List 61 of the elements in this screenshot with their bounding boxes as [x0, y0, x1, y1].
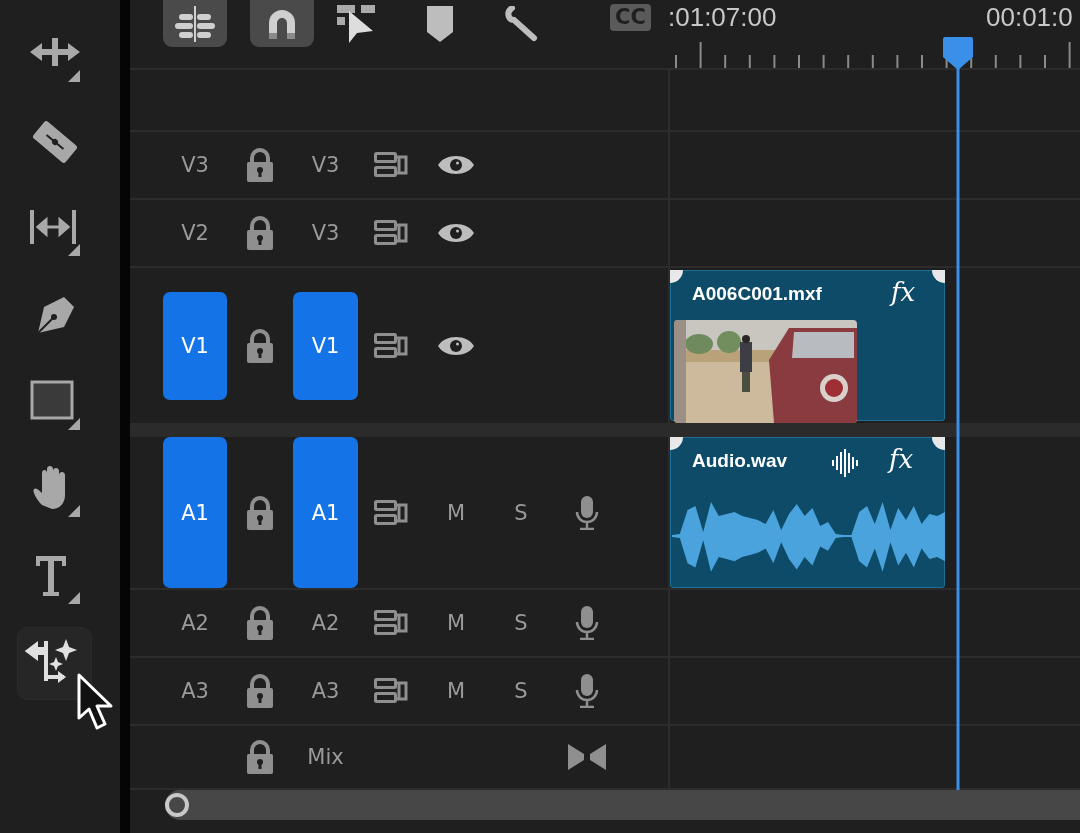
audio-clip[interactable]: Audio.wav fx — [670, 437, 945, 588]
lock-icon[interactable] — [246, 606, 274, 640]
sync-lock-icon[interactable] — [374, 332, 408, 359]
fx-label: fx — [889, 444, 914, 474]
solo-toggle[interactable]: S — [514, 611, 528, 635]
source-patch[interactable]: A2 — [163, 590, 227, 656]
lock-icon[interactable] — [246, 674, 274, 708]
track-target[interactable]: A2 — [293, 590, 358, 656]
lock-icon[interactable] — [246, 216, 274, 250]
solo-toggle[interactable]: S — [514, 500, 528, 525]
sync-lock-icon[interactable] — [374, 152, 408, 178]
microphone-icon[interactable] — [575, 674, 599, 708]
nest-sequence-icon — [175, 5, 215, 42]
trim-handle[interactable] — [670, 270, 683, 283]
lock-icon[interactable] — [246, 495, 274, 530]
magnet-icon — [266, 8, 298, 39]
video-clip[interactable]: A006C001.mxf fx — [670, 270, 945, 421]
bowtie-icon[interactable] — [568, 744, 606, 770]
track-target[interactable]: V1 — [293, 292, 358, 400]
lock-icon[interactable] — [246, 328, 274, 363]
source-patch[interactable]: V1 — [163, 292, 227, 400]
audio-waveform-icon — [831, 449, 861, 477]
mute-toggle[interactable]: M — [446, 611, 466, 635]
mute-toggle[interactable]: M — [446, 500, 466, 525]
track-target[interactable]: A1 — [293, 437, 358, 588]
clip-name: A006C001.mxf — [692, 283, 822, 305]
track-target[interactable]: V3 — [293, 132, 358, 198]
lock-icon[interactable] — [246, 148, 274, 182]
solo-toggle[interactable]: S — [514, 679, 528, 703]
microphone-icon[interactable] — [575, 606, 599, 640]
toolbar-button[interactable] — [250, 0, 314, 47]
track-target[interactable]: V3 — [293, 200, 358, 266]
source-patch[interactable]: V3 — [163, 132, 227, 198]
sync-lock-icon[interactable] — [374, 678, 408, 704]
lock-icon[interactable] — [246, 740, 274, 774]
toolbar-button[interactable] — [163, 0, 227, 47]
timecode: 00:01:0 — [986, 1, 1073, 34]
track-name: Mix — [307, 745, 344, 769]
linked-selection-icon — [335, 4, 377, 43]
source-patch[interactable]: A3 — [163, 658, 227, 724]
track-target[interactable]: A3 — [293, 658, 358, 724]
tool-button[interactable] — [17, 627, 92, 700]
eye-icon[interactable] — [437, 221, 475, 245]
sync-lock-icon[interactable] — [374, 610, 408, 636]
sync-lock-icon[interactable] — [374, 220, 408, 246]
source-patch[interactable]: V2 — [163, 200, 227, 266]
source-patch[interactable]: A1 — [163, 437, 227, 588]
playhead[interactable] — [943, 37, 973, 790]
fx-label: fx — [891, 277, 916, 307]
sync-lock-icon[interactable] — [374, 499, 408, 526]
timecode: :01:07:00 — [668, 1, 777, 34]
trim-handle[interactable] — [670, 437, 683, 450]
eye-icon[interactable] — [437, 153, 475, 177]
microphone-icon[interactable] — [575, 495, 599, 530]
mute-toggle[interactable]: M — [446, 679, 466, 703]
scrollbar[interactable] — [165, 790, 1080, 820]
trim-handle[interactable] — [932, 437, 945, 450]
marker-icon — [427, 5, 453, 42]
trim-handle[interactable] — [932, 270, 945, 283]
clip-name: Audio.wav — [692, 450, 787, 472]
scroll-handle[interactable] — [165, 793, 189, 817]
